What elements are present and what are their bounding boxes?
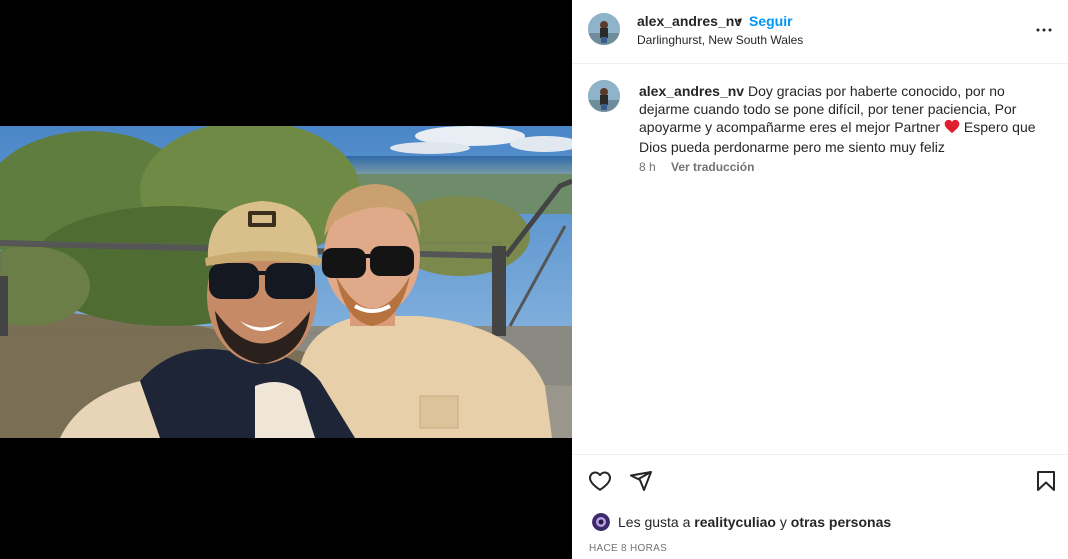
more-options-button[interactable]	[1032, 18, 1056, 42]
likes-connector: y	[779, 514, 787, 530]
caption-time[interactable]: 8 h	[639, 160, 656, 174]
post-media	[0, 0, 572, 559]
post-actions: Les gusta a realityculiao y otras person…	[572, 454, 1068, 559]
other-likers-link[interactable]: otras personas	[791, 514, 891, 530]
caption-avatar[interactable]	[588, 80, 620, 112]
post-header: alex_andres_nv • Seguir Darlinghurst, Ne…	[572, 0, 1068, 64]
send-icon	[630, 471, 652, 491]
caption-username[interactable]: alex_andres_nv	[639, 83, 744, 99]
heart-icon	[589, 471, 611, 491]
like-button[interactable]	[588, 469, 612, 493]
share-button[interactable]	[629, 469, 653, 493]
author-avatar[interactable]	[588, 13, 620, 45]
likes-summary: Les gusta a realityculiao y otras person…	[592, 513, 891, 531]
see-translation-link[interactable]: Ver traducción	[671, 160, 754, 174]
post-photo[interactable]	[0, 126, 572, 438]
post-side-panel: alex_andres_nv • Seguir Darlinghurst, Ne…	[572, 0, 1068, 559]
photo-illustration	[0, 126, 572, 438]
likes-prefix: Les gusta a	[618, 514, 691, 530]
liker-avatar[interactable]	[592, 513, 610, 531]
caption-text: alex_andres_nv Doy gracias por haberte c…	[639, 82, 1039, 156]
post-location[interactable]: Darlinghurst, New South Wales	[637, 33, 803, 47]
bookmark-icon	[1037, 471, 1055, 491]
liker-username[interactable]: realityculiao	[694, 514, 776, 530]
separator-dot: •	[737, 12, 742, 28]
post-timestamp[interactable]: HACE 8 HORAS	[589, 543, 667, 554]
save-button[interactable]	[1034, 469, 1058, 493]
author-username[interactable]: alex_andres_nv	[637, 13, 742, 29]
red-heart-emoji-icon	[944, 119, 960, 138]
more-horizontal-icon	[1036, 28, 1052, 32]
follow-button[interactable]: Seguir	[749, 13, 793, 29]
caption-meta: 8 h Ver traducción	[639, 160, 754, 174]
